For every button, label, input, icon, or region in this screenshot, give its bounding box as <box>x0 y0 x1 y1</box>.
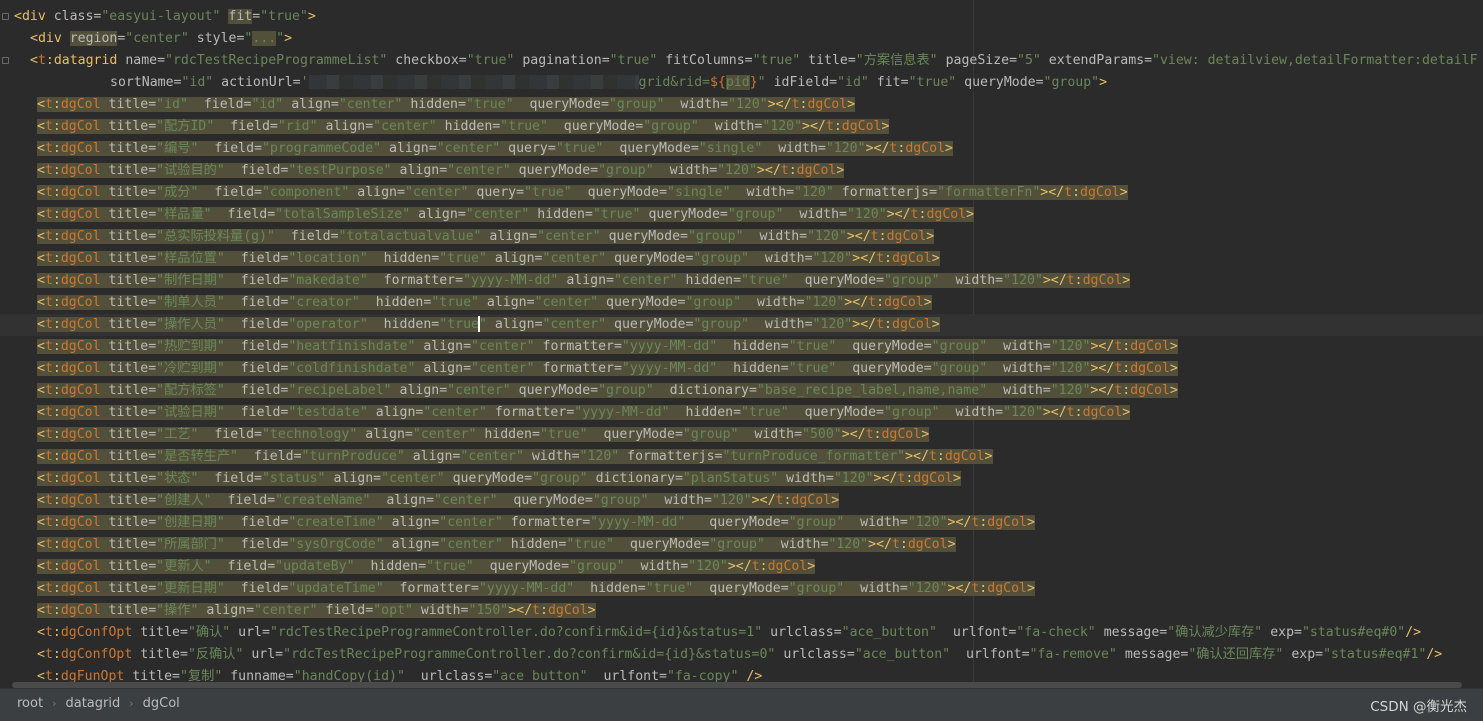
code-line[interactable]: <t:dgCol title="是否转生产" field="turnProduc… <box>0 446 1483 468</box>
code-line[interactable]: <t:dgCol title="制单人员" field="creator" hi… <box>0 292 1483 314</box>
code-text: <t:dgCol title="id" field="id" align="ce… <box>37 97 856 112</box>
code-line[interactable]: <t:dgConfOpt title="确认" url="rdcTestReci… <box>0 622 1483 644</box>
code-text: <t:dgCol title="制单人员" field="creator" hi… <box>37 295 932 310</box>
code-line[interactable]: <t:dgCol title="样品量" field="totalSampleS… <box>0 204 1483 226</box>
code-text: <t:dgCol title="配方ID" field="rid" align=… <box>37 119 890 134</box>
code-line[interactable]: <t:dgCol title="创建人" field="createName" … <box>0 490 1483 512</box>
code-text: <t:dgCol title="创建日期" field="createTime"… <box>37 515 1035 530</box>
code-line[interactable]: <t:dgCol title="编号" field="programmeCode… <box>0 138 1483 160</box>
code-text: <t:dgCol title="更新日期" field="updateTime"… <box>37 581 1035 596</box>
breadcrumb-datagrid[interactable]: datagrid <box>65 696 120 711</box>
fold-toggle-icon[interactable] <box>2 13 9 20</box>
code-line[interactable]: <t:dgCol title="更新日期" field="updateTime"… <box>0 578 1483 600</box>
code-text: <t:dgCol title="制作日期" field="makedate" f… <box>37 273 1131 288</box>
code-text: <t:dgCol title="创建人" field="createName" … <box>37 493 840 508</box>
code-text: <t:datagrid name="rdcTestRecipeProgramme… <box>30 53 1478 68</box>
code-line[interactable]: <t:dgCol title="工艺" field="technology" a… <box>0 424 1483 446</box>
code-text: <div class="easyui-layout" fit="true"> <box>14 9 316 24</box>
code-line[interactable]: <t:dgCol title="总实际投料量(g)" field="totala… <box>0 226 1483 248</box>
code-text: <div region="center" style="..."> <box>30 31 293 46</box>
code-line[interactable]: <t:dgCol title="操作" align="center" field… <box>0 600 1483 622</box>
code-text: <t:dgCol title="所属部门" field="sysOrgCode"… <box>37 537 956 552</box>
code-line[interactable]: <t:dgCol title="id" field="id" align="ce… <box>0 94 1483 116</box>
code-line[interactable]: <t:dgCol title="热贮到期" field="heatfinishd… <box>0 336 1483 358</box>
code-line[interactable]: <div region="center" style="..."> <box>0 28 1483 50</box>
code-line[interactable]: <t:datagrid name="rdcTestRecipeProgramme… <box>0 50 1483 72</box>
code-text: <t:dgCol title="冷贮到期" field="coldfinishd… <box>37 361 1178 376</box>
code-editor[interactable]: <div class="easyui-layout" fit="true"> <d… <box>0 0 1483 688</box>
breadcrumb: root › datagrid › dgCol <box>17 696 180 711</box>
code-text: sortName="id" actionUrl=' grid&rid=${pid}… <box>110 75 1108 90</box>
code-line[interactable]: <div class="easyui-layout" fit="true"> <box>0 6 1483 28</box>
chevron-right-icon: › <box>52 697 57 710</box>
code-line[interactable]: <t:dgCol title="操作人员" field="operator" h… <box>0 314 1483 336</box>
code-line[interactable]: <t:dgCol title="制作日期" field="makedate" f… <box>0 270 1483 292</box>
code-text: <t:dgCol title="热贮到期" field="heatfinishd… <box>37 339 1178 354</box>
code-line[interactable]: <t:dgCol title="试验目的" field="testPurpose… <box>0 160 1483 182</box>
code-line[interactable]: <t:dgCol title="配方标签" field="recipeLabel… <box>0 380 1483 402</box>
code-text: <t:dgCol title="工艺" field="technology" a… <box>37 427 930 442</box>
code-text: <t:dgCol title="样品位置" field="location" h… <box>37 251 940 266</box>
code-text: <t:dgCol title="配方标签" field="recipeLabel… <box>37 383 1178 398</box>
status-bar: root › datagrid › dgCol CSDN @衡光杰 <box>0 688 1483 721</box>
code-line[interactable]: <t:dgCol title="成分" field="component" al… <box>0 182 1483 204</box>
code-line[interactable]: <t:dgCol title="创建日期" field="createTime"… <box>0 512 1483 534</box>
chevron-right-icon: › <box>129 697 134 710</box>
code-text: <t:dgCol title="操作" align="center" field… <box>37 603 596 618</box>
code-text: <t:dgCol title="总实际投料量(g)" field="totala… <box>37 229 935 244</box>
code-text: <t:dgCol title="更新人" field="updateBy" hi… <box>37 559 816 574</box>
code-line[interactable]: <t:dgCol title="样品位置" field="location" h… <box>0 248 1483 270</box>
code-line[interactable]: <t:dgCol title="状态" field="status" align… <box>0 468 1483 490</box>
code-text: <t:dgCol title="试验目的" field="testPurpose… <box>37 163 845 178</box>
code-line[interactable]: <t:dgConfOpt title="反确认" url="rdcTestRec… <box>0 644 1483 666</box>
code-line[interactable]: <t:dgCol title="试验日期" field="testdate" a… <box>0 402 1483 424</box>
code-text: <t:dgCol title="试验日期" field="testdate" a… <box>37 405 1131 420</box>
code-line[interactable]: sortName="id" actionUrl=' grid&rid=${pid}… <box>0 72 1483 94</box>
code-text: <t:dgCol title="成分" field="component" al… <box>37 185 1128 200</box>
code-text: <t:dgCol title="编号" field="programmeCode… <box>37 141 953 156</box>
redacted-text <box>308 75 639 89</box>
breadcrumb-dgcol[interactable]: dgCol <box>143 696 180 711</box>
fold-toggle-icon[interactable] <box>2 57 9 64</box>
code-line[interactable]: <t:dgCol title="配方ID" field="rid" align=… <box>0 116 1483 138</box>
code-text: <t:dgCol title="样品量" field="totalSampleS… <box>37 207 975 222</box>
code-text: <t:dgConfOpt title="确认" url="rdcTestReci… <box>37 625 1422 640</box>
code-line[interactable]: <t:dgCol title="冷贮到期" field="coldfinishd… <box>0 358 1483 380</box>
code-text: <t:dgCol title="操作人员" field="operator" h… <box>37 316 940 332</box>
code-line[interactable]: <t:dgCol title="所属部门" field="sysOrgCode"… <box>0 534 1483 556</box>
code-text: <t:dgConfOpt title="反确认" url="rdcTestRec… <box>37 647 1443 662</box>
breadcrumb-root[interactable]: root <box>17 696 43 711</box>
watermark: CSDN @衡光杰 <box>1370 699 1467 715</box>
code-area[interactable]: <div class="easyui-layout" fit="true"> <d… <box>0 6 1483 688</box>
code-line[interactable]: <t:dgCol title="更新人" field="updateBy" hi… <box>0 556 1483 578</box>
code-text: <t:dgCol title="状态" field="status" align… <box>37 471 961 486</box>
code-text: <t:dgCol title="是否转生产" field="turnProduc… <box>37 449 993 464</box>
